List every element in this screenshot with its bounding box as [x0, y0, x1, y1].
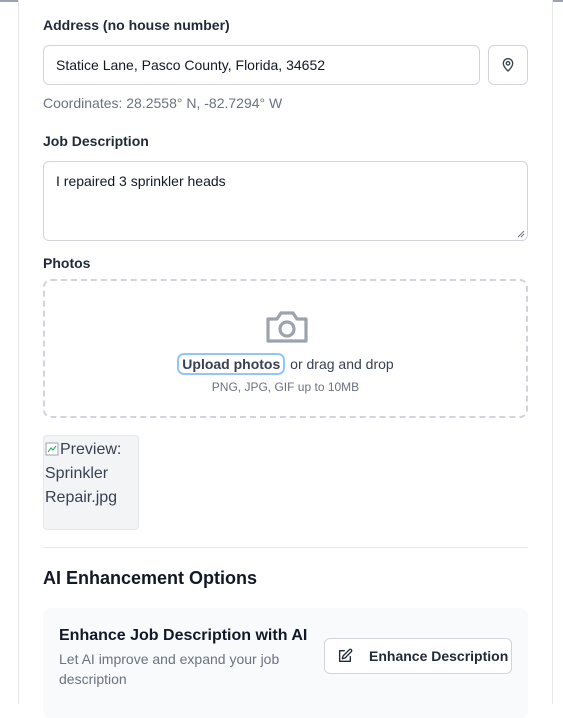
broken-image-icon — [45, 442, 59, 456]
job-description-label: Job Description — [43, 133, 149, 149]
address-value: Statice Lane, Pasco County, Florida, 346… — [56, 57, 326, 73]
upload-instructions: Upload photos or drag and drop — [45, 353, 526, 375]
enhance-description: Let AI improve and expand your job descr… — [59, 651, 280, 687]
photo-dropzone[interactable]: Upload photos or drag and drop PNG, JPG,… — [43, 279, 528, 418]
enhance-button-label: Enhance Description — [369, 648, 509, 664]
job-form-card: Address (no house number) Statice Lane, … — [18, 0, 553, 718]
camera-icon — [266, 311, 308, 343]
section-divider — [43, 547, 528, 548]
enhance-title: Enhance Job Description with AI — [59, 627, 308, 644]
map-pin-icon — [502, 58, 514, 72]
ai-section-title: AI Enhancement Options — [43, 568, 258, 588]
photo-preview[interactable]: Preview: Sprinkler Repair.jpg — [43, 435, 139, 530]
upload-photos-link[interactable]: Upload photos — [177, 353, 286, 375]
resize-handle-icon[interactable] — [517, 230, 525, 238]
coordinates-text: Coordinates: 28.2558° N, -82.7294° W — [43, 95, 283, 111]
edit-icon — [339, 648, 353, 662]
job-description-value: I repaired 3 sprinkler heads — [56, 173, 226, 189]
address-label: Address (no house number) — [43, 17, 230, 33]
file-type-hint: PNG, JPG, GIF up to 10MB — [211, 380, 360, 394]
enhance-description-button[interactable]: Enhance Description — [324, 638, 512, 674]
job-description-textarea[interactable]: I repaired 3 sprinkler heads — [43, 161, 528, 241]
address-input[interactable]: Statice Lane, Pasco County, Florida, 346… — [43, 45, 480, 85]
photo-preview-alt: Preview: Sprinkler Repair.jpg — [45, 441, 122, 506]
locate-button[interactable] — [488, 45, 528, 85]
drag-drop-text: or drag and drop — [290, 356, 394, 372]
photos-label: Photos — [43, 255, 91, 271]
enhance-panel: Enhance Job Description with AI Let AI i… — [43, 608, 528, 718]
